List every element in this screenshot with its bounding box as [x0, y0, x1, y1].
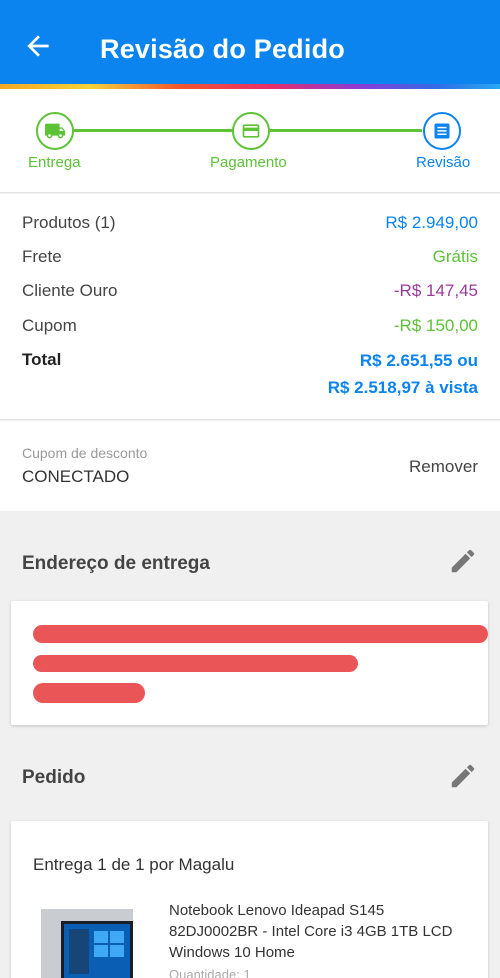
- product-image[interactable]: [39, 909, 139, 978]
- redacted-address-line: [33, 625, 488, 643]
- step-connector: [270, 129, 422, 132]
- products-label: Produtos (1): [22, 213, 116, 232]
- redacted-address-line: [33, 655, 358, 672]
- edit-order-icon[interactable]: [448, 761, 478, 791]
- page-title: Revisão do Pedido: [100, 34, 345, 64]
- truck-icon: [44, 123, 66, 139]
- gold-client-label: Cliente Ouro: [22, 281, 118, 300]
- discount-coupon: Cupom de desconto CONECTADO Remover: [0, 421, 500, 511]
- products-value: R$ 2.949,00: [385, 213, 478, 232]
- edit-address-icon[interactable]: [448, 546, 478, 576]
- app-bar: Revisão do Pedido: [0, 0, 500, 84]
- step-label-revisao: Revisão: [416, 154, 471, 171]
- list-icon: [434, 123, 450, 139]
- checkout-stepper: Entrega Pagamento Revisão: [0, 89, 500, 193]
- total-label: Total: [22, 350, 62, 369]
- gold-client-value: -R$ 147,45: [393, 281, 478, 300]
- product-name: Notebook Lenovo Ideapad S145 82DJ0002BR …: [169, 902, 453, 961]
- coupon-hint: Cupom de desconto: [22, 445, 148, 461]
- order-section-title: Pedido: [22, 767, 86, 788]
- step-revisao[interactable]: [423, 112, 461, 150]
- coupon-label: Cupom: [22, 316, 77, 335]
- order-summary: Produtos (1) R$ 2.949,00 Frete Grátis Cl…: [0, 194, 500, 420]
- card-icon: [242, 124, 260, 138]
- address-section-title: Endereço de entrega: [22, 553, 210, 574]
- coupon-code: CONECTADO: [22, 467, 130, 486]
- coupon-value: -R$ 150,00: [393, 316, 478, 335]
- total-installment: R$ 2.651,55 ou: [359, 351, 478, 370]
- total-cash: R$ 2.518,97 à vista: [327, 378, 478, 397]
- address-card[interactable]: [11, 601, 488, 725]
- redacted-address-line: [33, 683, 145, 703]
- step-label-entrega: Entrega: [28, 154, 81, 171]
- step-connector: [74, 129, 234, 132]
- step-pagamento[interactable]: [232, 112, 270, 150]
- remove-coupon-button[interactable]: Remover: [409, 457, 478, 477]
- shipment-label: Entrega 1 de 1 por Magalu: [33, 855, 235, 874]
- total-value: R$ 2.651,55 ou R$ 2.518,97 à vista: [328, 347, 478, 401]
- product-quantity: Quantidade: 1: [169, 967, 251, 978]
- arrow-left-icon[interactable]: [22, 30, 54, 62]
- step-label-pagamento: Pagamento: [210, 154, 287, 171]
- shipping-value: Grátis: [432, 247, 478, 266]
- shipping-label: Frete: [22, 247, 62, 266]
- step-entrega[interactable]: [36, 112, 74, 150]
- order-card: Entrega 1 de 1 por Magalu Notebook Lenov…: [11, 821, 488, 978]
